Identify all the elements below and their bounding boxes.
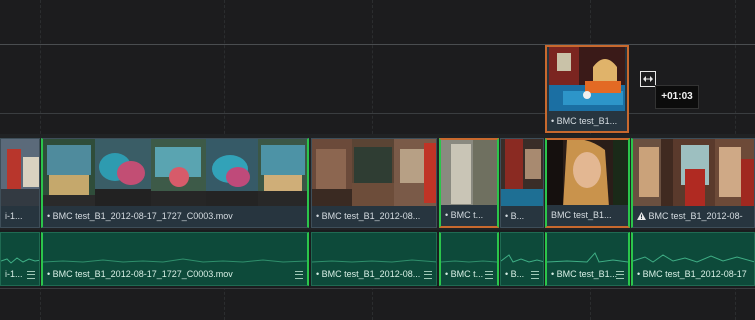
track-divider	[0, 288, 755, 289]
clip-thumbnail	[258, 139, 307, 206]
video-clip[interactable]: • BMC test_B1_2012-08-17_1727_C0003.mov	[41, 138, 309, 228]
v2-clip[interactable]: • BMC test_B1...	[545, 45, 629, 133]
audio-clip[interactable]: • BMC test_B1_2012-08...	[311, 232, 437, 286]
clip-thumbnail	[394, 139, 436, 206]
clip-name: • BMC test_B1...	[547, 111, 627, 131]
trim-cursor-icon	[640, 71, 656, 87]
audio-clip[interactable]: • BMC test_B1_2012-08-17	[631, 232, 755, 286]
clip-thumbnail	[547, 140, 628, 207]
clip-thumbnail	[673, 139, 715, 206]
audio-clip[interactable]: • BMC t...	[439, 232, 499, 286]
track-divider	[0, 44, 755, 45]
timeline[interactable]: • BMC test_B1... +01:03 i-1... • BMC tes…	[0, 0, 755, 320]
clip-thumbnail	[441, 140, 497, 207]
clip-thumbnail	[1, 139, 39, 206]
clip-menu-icon[interactable]	[27, 271, 35, 279]
clip-thumbnail	[95, 139, 151, 206]
video-clip[interactable]: i-1...	[0, 138, 40, 228]
clip-menu-icon[interactable]	[295, 271, 303, 279]
clip-name: i-1...	[1, 206, 39, 227]
clip-thumbnail	[633, 139, 673, 206]
video-clip[interactable]: • BMC test_B1_2012-08...	[311, 138, 437, 228]
clip-thumbnail	[43, 139, 95, 206]
clip-name: • BMC t...	[441, 205, 497, 226]
clip-menu-icon[interactable]	[531, 271, 539, 279]
clip-name-row: BMC test_B1_2012-08-	[633, 206, 754, 227]
audio-clip[interactable]: • B...	[500, 232, 544, 286]
clip-name: • BMC test_B1_2012-08-17_1727_C0003.mov	[43, 206, 307, 227]
trim-offset-tooltip: +01:03	[655, 85, 699, 109]
clip-thumbnail	[312, 139, 352, 206]
audio-clip[interactable]: i-1...	[0, 232, 40, 286]
video-clip[interactable]: • B...	[500, 138, 544, 228]
clip-thumbnail	[501, 139, 543, 206]
video-clip-selected[interactable]: BMC test_B1...	[545, 138, 630, 228]
clip-thumbnail	[206, 139, 258, 206]
video-clip[interactable]: BMC test_B1_2012-08-	[631, 138, 755, 228]
clip-menu-icon[interactable]	[616, 271, 624, 279]
audio-clip[interactable]: • BMC test_B1...	[545, 232, 630, 286]
clip-name: • BMC test_B1_2012-08-17	[637, 269, 747, 279]
clip-name: BMC test_B1_2012-08-	[648, 211, 743, 221]
clip-thumbnail	[715, 139, 754, 206]
clip-menu-icon[interactable]	[424, 271, 432, 279]
clip-name: BMC test_B1...	[547, 205, 628, 226]
track-divider	[0, 113, 755, 114]
clip-menu-icon[interactable]	[485, 271, 493, 279]
video-clip-selected[interactable]: • BMC t...	[439, 138, 499, 228]
warning-icon	[637, 211, 649, 221]
clip-thumbnail	[352, 139, 394, 206]
clip-name: • BMC test_B1_2012-08...	[316, 269, 421, 279]
clip-name: • B...	[501, 206, 543, 227]
audio-clip[interactable]: • BMC test_B1_2012-08-17_1727_C0003.mov	[41, 232, 309, 286]
clip-thumbnail	[549, 47, 625, 111]
clip-name: • BMC test_B1_2012-08...	[312, 206, 436, 227]
clip-thumbnail	[151, 139, 206, 206]
clip-name: • BMC test_B1_2012-08-17_1727_C0003.mov	[47, 269, 233, 279]
